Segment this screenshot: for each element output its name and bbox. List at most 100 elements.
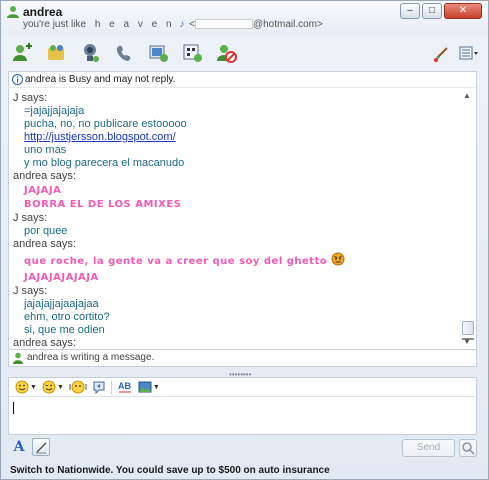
maximize-button[interactable]: □: [422, 3, 442, 19]
close-button[interactable]: ✕: [444, 3, 482, 19]
emoticon-dropdown-arrow-icon: ▼: [30, 383, 37, 391]
menu-icon: [459, 46, 478, 60]
text-mode-button[interactable]: A: [10, 438, 28, 456]
compose-toolbar-separator: [110, 380, 112, 394]
share-files-button[interactable]: [39, 39, 73, 67]
sender-label: andrea says:: [13, 337, 76, 349]
sender-label: J says:: [13, 212, 48, 224]
typing-status: andrea is writing a message.: [8, 350, 477, 367]
scroll-up-arrow-icon[interactable]: ▲: [463, 91, 471, 100]
message-line: pucha, no, no publicare estooooo: [13, 118, 461, 131]
activities-icon: [149, 45, 168, 62]
conversation-history[interactable]: J says: =jajajjajajaja pucha, no, no publi…: [8, 87, 477, 350]
message-line: que roche, la gente va a creer que soy d…: [13, 252, 461, 270]
message-text: si, que me odien: [24, 324, 105, 336]
sender-label: J says:: [13, 285, 48, 297]
scroll-thumb[interactable]: [462, 321, 474, 335]
message-text: ehm, otro cortito?: [24, 311, 110, 323]
advertisement-banner[interactable]: Switch to Nationwide. You could save up …: [10, 465, 330, 476]
message-text: que roche, la gente va a creer que soy d…: [24, 256, 328, 267]
sender-label: andrea says:: [13, 238, 76, 250]
font-style-icon: AB: [118, 381, 131, 393]
message-input[interactable]: [8, 397, 477, 435]
toolbar: [1, 36, 488, 70]
music-note-icon: ♪: [179, 19, 185, 30]
toolbar-right: [426, 39, 482, 67]
message-text: jajajajjajaajajaa: [24, 298, 99, 310]
message-text: pucha, no, no publicare estooooo: [24, 118, 187, 130]
video-call-button[interactable]: [73, 39, 107, 67]
phone-call-button[interactable]: [107, 39, 141, 67]
email-suffix: @hotmail.com>: [252, 19, 323, 30]
redacted-email: [194, 19, 253, 30]
paintbrush-icon: [434, 47, 448, 62]
busy-notice: andrea is Busy and may not reply.: [8, 71, 477, 87]
phone-call-icon: [116, 45, 131, 61]
message-text: BORRA EL DE LOS AMIXES: [24, 199, 182, 210]
history-scrollbar[interactable]: ▲ ▼: [461, 89, 475, 348]
buddy-icon: [6, 5, 20, 19]
conversation-content: J says: =jajajjajajaja pucha, no, no publi…: [13, 92, 461, 349]
emoticon-button[interactable]: ▼: [15, 378, 37, 396]
message-line: jajajajjajaajajaa: [13, 298, 461, 311]
background-button[interactable]: ▼: [138, 378, 160, 396]
message-line: y mo blog parecera el macanudo: [13, 157, 461, 170]
message-text: =jajajjajajaja: [24, 105, 85, 117]
busy-notice-text: andrea is Busy and may not reply.: [25, 74, 176, 85]
angry-emoticon-icon: [331, 252, 345, 270]
message-line: uno mas: [13, 144, 461, 157]
block-icon: [217, 45, 237, 63]
background-dropdown-arrow-icon: ▼: [152, 383, 160, 391]
show-menu-button[interactable]: [456, 39, 482, 67]
message-line: http://justjersson.blogspot.com/: [13, 131, 461, 144]
handwriting-mode-button[interactable]: [32, 438, 50, 456]
message-text: JAJAJA: [24, 185, 62, 196]
contact-name: andrea: [23, 5, 63, 19]
customize-button[interactable]: [430, 39, 454, 67]
message-line: por quee: [13, 225, 461, 238]
wink-button[interactable]: ▼: [42, 378, 64, 396]
search-button[interactable]: [459, 439, 477, 457]
scroll-down-arrow-icon[interactable]: ▼: [463, 337, 471, 346]
message-text: y mo blog parecera el macanudo: [24, 157, 185, 169]
pen-icon: [36, 442, 47, 454]
sender-label: andrea says:: [13, 170, 76, 182]
send-button[interactable]: Send: [402, 439, 455, 457]
message-text: JAJAJAJAJAJA: [24, 272, 99, 283]
svg-text:AB: AB: [118, 381, 131, 391]
video-call-icon: [84, 44, 99, 62]
message-text: uno mas: [24, 144, 67, 156]
minimize-button[interactable]: –: [400, 3, 420, 19]
input-mode-tabs: A: [10, 438, 50, 456]
nudge-icon: [69, 380, 87, 394]
wink-icon: [42, 380, 56, 394]
contact-status-message: you're just like h e a v e n ♪ < @hotmail…: [23, 19, 323, 30]
chat-window: andrea you're just like h e a v e n ♪ < @…: [0, 0, 489, 480]
status-word: h e a v e n: [94, 19, 175, 30]
nudge-button[interactable]: [69, 378, 87, 396]
voice-clip-icon: [93, 381, 105, 394]
message-line: JAJAJA: [13, 184, 461, 197]
window-controls: – □ ✕: [400, 3, 482, 19]
background-image-icon: [138, 381, 152, 393]
block-button[interactable]: [209, 39, 243, 67]
voice-clip-button[interactable]: [92, 378, 106, 396]
title-bar[interactable]: andrea you're just like h e a v e n ♪ < @…: [1, 1, 488, 35]
handwriting-button[interactable]: AB: [117, 378, 133, 396]
message-text: por quee: [24, 225, 68, 237]
message-link[interactable]: http://justjersson.blogspot.com/: [24, 131, 176, 143]
search-icon: [462, 442, 475, 455]
compose-toolbar: ▼ ▼ AB ▼: [8, 377, 477, 397]
games-button[interactable]: [175, 39, 209, 67]
text-caret: [13, 402, 14, 414]
activities-button[interactable]: [141, 39, 175, 67]
typing-status-text: andrea is writing a message.: [27, 352, 155, 363]
invite-contact-button[interactable]: [5, 39, 39, 67]
message-line: BORRA EL DE LOS AMIXES: [13, 198, 461, 211]
writing-buddy-icon: [12, 352, 24, 369]
message-line: si, que me odien: [13, 324, 461, 337]
smiley-icon: [15, 380, 29, 394]
share-files-icon: [48, 45, 64, 60]
message-line: =jajajjajajaja: [13, 105, 461, 118]
games-icon: [183, 44, 202, 62]
